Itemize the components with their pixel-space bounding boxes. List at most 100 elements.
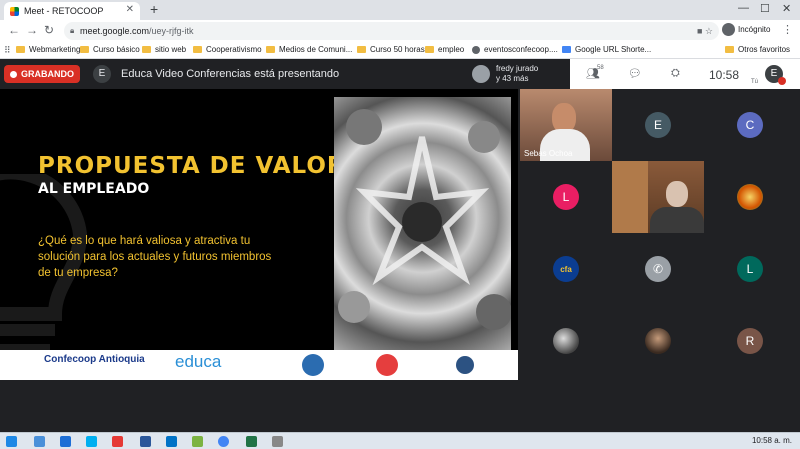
- paint-icon[interactable]: [272, 436, 283, 447]
- bookmark-label: Curso 50 horas: [370, 45, 425, 54]
- other-participants[interactable]: fredy jurado y 43 más: [472, 64, 538, 84]
- participant-video-tile[interactable]: Sebas Ochoa: [520, 89, 612, 161]
- participant-avatar: R: [737, 328, 763, 354]
- chat-icon[interactable]: 💬︎: [628, 67, 642, 80]
- tab-title: Meet - RETOCOOP: [24, 6, 104, 16]
- partner-logo: [302, 354, 324, 376]
- meet-favicon-icon: [10, 6, 19, 16]
- participant-photo-avatar: [737, 184, 763, 210]
- minimize-icon[interactable]: —: [738, 2, 749, 14]
- participant-photo-avatar: [645, 328, 671, 354]
- folder-icon: [193, 46, 202, 53]
- participant-tile[interactable]: L: [520, 161, 612, 233]
- url-path: /uey-rjfg-itk: [149, 26, 194, 36]
- participant-tile[interactable]: [612, 305, 704, 377]
- reload-icon[interactable]: ↻: [44, 23, 54, 37]
- anniversary-logo: [376, 354, 398, 376]
- lock-icon: 🔒︎: [70, 26, 75, 35]
- tab-meet[interactable]: Meet - RETOCOOP ✕: [4, 2, 140, 20]
- url-host: meet.google.com: [80, 26, 150, 36]
- participant-video-tile[interactable]: [612, 161, 704, 233]
- bookmark-label: Cooperativismo: [206, 45, 262, 54]
- bookmark-label: Curso básico: [93, 45, 140, 54]
- bookmark-item[interactable]: sitio web: [142, 45, 186, 54]
- bookmark-label: sitio web: [155, 45, 187, 54]
- folder-icon: [142, 46, 151, 53]
- pdf-icon[interactable]: [112, 436, 123, 447]
- bookmark-item[interactable]: eventosconfecoop....: [472, 45, 558, 54]
- meet-tools: 👥︎ 58 💬︎ ⛭ 10:58 Tú E: [570, 59, 800, 89]
- bookmark-item[interactable]: Curso 50 horas: [357, 45, 425, 54]
- participant-tile[interactable]: L: [704, 233, 796, 305]
- folder-icon: [16, 46, 25, 53]
- participant-count: 58: [597, 65, 604, 71]
- ie-icon[interactable]: [60, 436, 71, 447]
- participant-tile[interactable]: [520, 305, 612, 377]
- incognito-indicator[interactable]: Incógnito: [722, 23, 770, 36]
- browser-menu-icon[interactable]: ⋮: [782, 23, 793, 36]
- incognito-icon: [722, 23, 735, 36]
- apps-icon[interactable]: ⠿: [4, 45, 11, 56]
- bookmark-item[interactable]: Medios de Comuni...: [266, 45, 352, 54]
- search-icon[interactable]: [34, 436, 45, 447]
- bookmark-item[interactable]: Google URL Shorte...: [562, 45, 651, 54]
- hands-star-photo: [334, 97, 511, 350]
- folder-icon: [266, 46, 275, 53]
- bookmark-item[interactable]: Otros favoritos: [725, 45, 790, 54]
- participant-tile[interactable]: [704, 161, 796, 233]
- start-icon[interactable]: [6, 436, 17, 447]
- close-tab-icon[interactable]: ✕: [126, 4, 134, 15]
- shortener-icon: [562, 46, 571, 53]
- participant-tile[interactable]: cfa: [520, 233, 612, 305]
- participant-tile[interactable]: C: [704, 89, 796, 161]
- phone-icon: ✆: [645, 256, 671, 282]
- folder-icon: [425, 46, 434, 53]
- folder-icon: [357, 46, 366, 53]
- excel-icon[interactable]: [246, 436, 257, 447]
- stage-background: [0, 380, 520, 432]
- participant-avatar: E: [645, 112, 671, 138]
- notification-badge: [778, 77, 786, 85]
- app-icon[interactable]: [192, 436, 203, 447]
- bookmark-item[interactable]: empleo: [425, 45, 464, 54]
- record-dot-icon: [10, 70, 17, 78]
- skype-icon[interactable]: [86, 436, 97, 447]
- avatar: [472, 65, 490, 83]
- incognito-label: Incógnito: [738, 25, 771, 34]
- participant-tile[interactable]: R: [704, 305, 796, 377]
- address-bar-row: ← → ↻ 🔒︎ meet.google.com/uey-rjfg-itk ■ …: [0, 20, 800, 42]
- participant-avatar: L: [553, 184, 579, 210]
- folder-icon: [80, 46, 89, 53]
- windows-taskbar: 10:58 a. m.: [0, 432, 800, 449]
- url-input[interactable]: 🔒︎ meet.google.com/uey-rjfg-itk ■ ☆: [64, 22, 719, 40]
- bookmark-label: eventosconfecoop....: [484, 45, 558, 54]
- participant-name: Sebas Ochoa: [524, 149, 573, 158]
- bookmark-label: Otros favoritos: [738, 45, 791, 54]
- participant-avatar: C: [737, 112, 763, 138]
- bookmark-label: empleo: [438, 45, 465, 54]
- meeting-time: 10:58: [709, 68, 740, 82]
- new-tab-button[interactable]: +: [150, 1, 158, 17]
- word-icon[interactable]: [140, 436, 151, 447]
- bookmarks-bar: ⠿ Webmarketing Curso básico sitio web Co…: [0, 42, 800, 59]
- chrome-icon[interactable]: [218, 436, 229, 447]
- presenter-avatar: E: [93, 65, 111, 83]
- forward-icon[interactable]: →: [26, 23, 38, 37]
- participant-tile[interactable]: E: [612, 89, 704, 161]
- activities-icon[interactable]: ⛭: [671, 67, 680, 80]
- back-icon[interactable]: ←: [8, 23, 20, 37]
- outlook-icon[interactable]: [166, 436, 177, 447]
- bookmark-item[interactable]: Webmarketing: [16, 45, 80, 54]
- maximize-icon[interactable]: ☐: [760, 2, 770, 15]
- bookmark-item[interactable]: Cooperativismo: [193, 45, 262, 54]
- close-window-icon[interactable]: ✕: [782, 2, 791, 15]
- taskbar-clock[interactable]: 10:58 a. m.: [752, 436, 792, 445]
- browser-tab-strip: Meet - RETOCOOP ✕ + — ☐ ✕: [0, 0, 800, 20]
- camera-star-icons[interactable]: ■ ☆: [697, 22, 713, 40]
- recording-badge[interactable]: GRABANDO: [4, 65, 80, 83]
- bookmark-item[interactable]: Curso básico: [80, 45, 140, 54]
- participant-tile[interactable]: ✆: [612, 233, 704, 305]
- participant-avatar: L: [737, 256, 763, 282]
- folder-icon: [725, 46, 734, 53]
- confecoop-logo: Confecoop Antioquia: [44, 354, 145, 365]
